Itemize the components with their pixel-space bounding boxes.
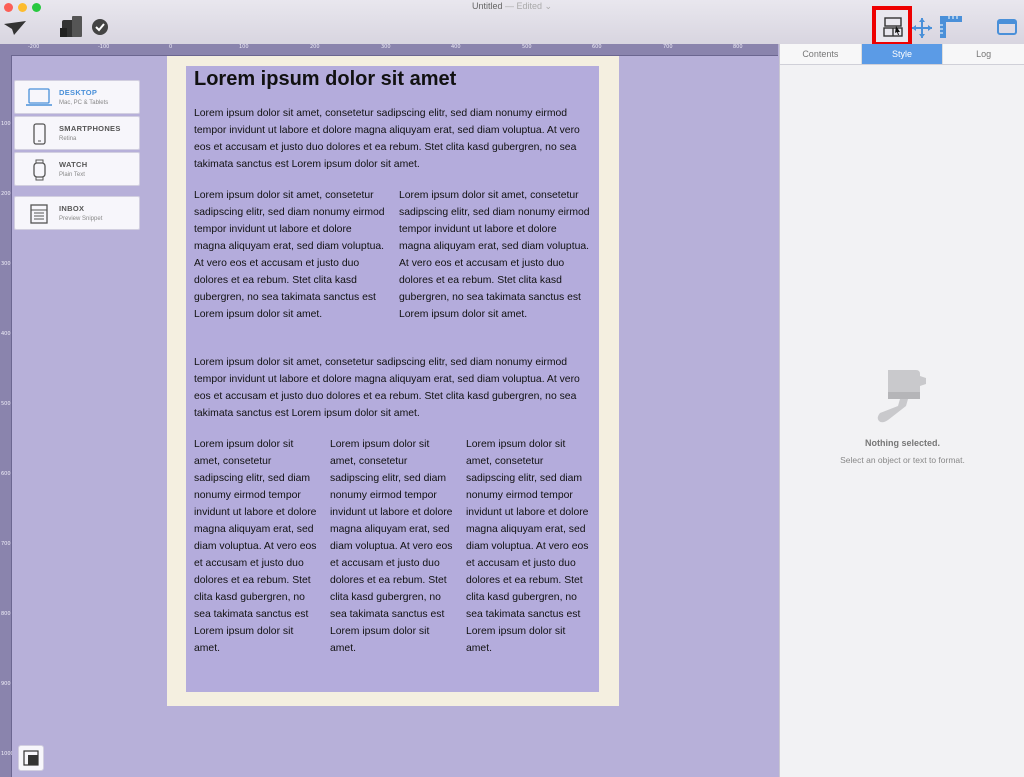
empty-state-subtitle: Select an object or text to format. bbox=[840, 455, 965, 465]
check-icon[interactable] bbox=[91, 18, 109, 36]
tab-style[interactable]: Style bbox=[861, 44, 944, 64]
horizontal-ruler: -200 -100 0 100 200 300 400 500 600 700 … bbox=[0, 44, 778, 56]
inbox-icon bbox=[25, 202, 53, 231]
paragraph-1[interactable]: Lorem ipsum dolor sit amet, consetetur s… bbox=[194, 105, 590, 173]
paragraph-2[interactable]: Lorem ipsum dolor sit amet, consetetur s… bbox=[194, 354, 590, 422]
tab-contents[interactable]: Contents bbox=[780, 44, 862, 64]
window-icon[interactable] bbox=[996, 18, 1018, 36]
laptop-icon bbox=[25, 86, 53, 113]
send-icon[interactable] bbox=[4, 20, 26, 36]
ruler-icon[interactable] bbox=[938, 14, 964, 40]
three-column-right[interactable]: Lorem ipsum dolor sit amet, consetetur s… bbox=[466, 436, 594, 657]
content-area[interactable]: Lorem ipsum dolor sit amet Lorem ipsum d… bbox=[186, 66, 599, 692]
three-column-left[interactable]: Lorem ipsum dolor sit amet, consetetur s… bbox=[194, 436, 317, 657]
bottom-left-corner-button[interactable] bbox=[18, 745, 44, 771]
title-bar: Untitled — Edited ⌄ bbox=[0, 0, 1024, 45]
device-watch-button[interactable]: WATCH Plain Text bbox=[14, 152, 140, 186]
move-icon[interactable] bbox=[910, 16, 934, 40]
device-inbox-button[interactable]: INBOX Preview Snippet bbox=[14, 196, 140, 230]
layout-button-highlight[interactable] bbox=[872, 6, 912, 46]
two-column-left[interactable]: Lorem ipsum dolor sit amet, consetetur s… bbox=[194, 187, 386, 323]
layout-icon[interactable] bbox=[882, 17, 904, 37]
window-title: Untitled — Edited ⌄ bbox=[471, 1, 553, 11]
devices-icon[interactable] bbox=[60, 16, 84, 38]
tab-log[interactable]: Log bbox=[943, 44, 1024, 64]
inspector-tabs: Contents Style Log bbox=[780, 44, 1024, 65]
document-heading[interactable]: Lorem ipsum dolor sit amet bbox=[194, 68, 456, 91]
resize-corner-icon bbox=[23, 750, 39, 771]
smartphone-icon bbox=[25, 122, 53, 151]
watch-icon bbox=[25, 158, 53, 187]
device-desktop-button[interactable]: DESKTOP Mac, PC & Tablets bbox=[14, 80, 140, 114]
inspector-sidebar: Contents Style Log Nothing selected. Sel… bbox=[779, 44, 1024, 777]
device-smartphones-button[interactable]: SMARTPHONES Retina bbox=[14, 116, 140, 150]
empty-state-title: Nothing selected. bbox=[864, 438, 940, 448]
vertical-ruler: 100 200 300 400 500 600 700 800 900 1000 bbox=[0, 55, 14, 777]
paintbrush-icon bbox=[866, 366, 934, 431]
three-column-middle[interactable]: Lorem ipsum dolor sit amet, consetetur s… bbox=[330, 436, 453, 657]
two-column-right[interactable]: Lorem ipsum dolor sit amet, consetetur s… bbox=[399, 187, 591, 323]
